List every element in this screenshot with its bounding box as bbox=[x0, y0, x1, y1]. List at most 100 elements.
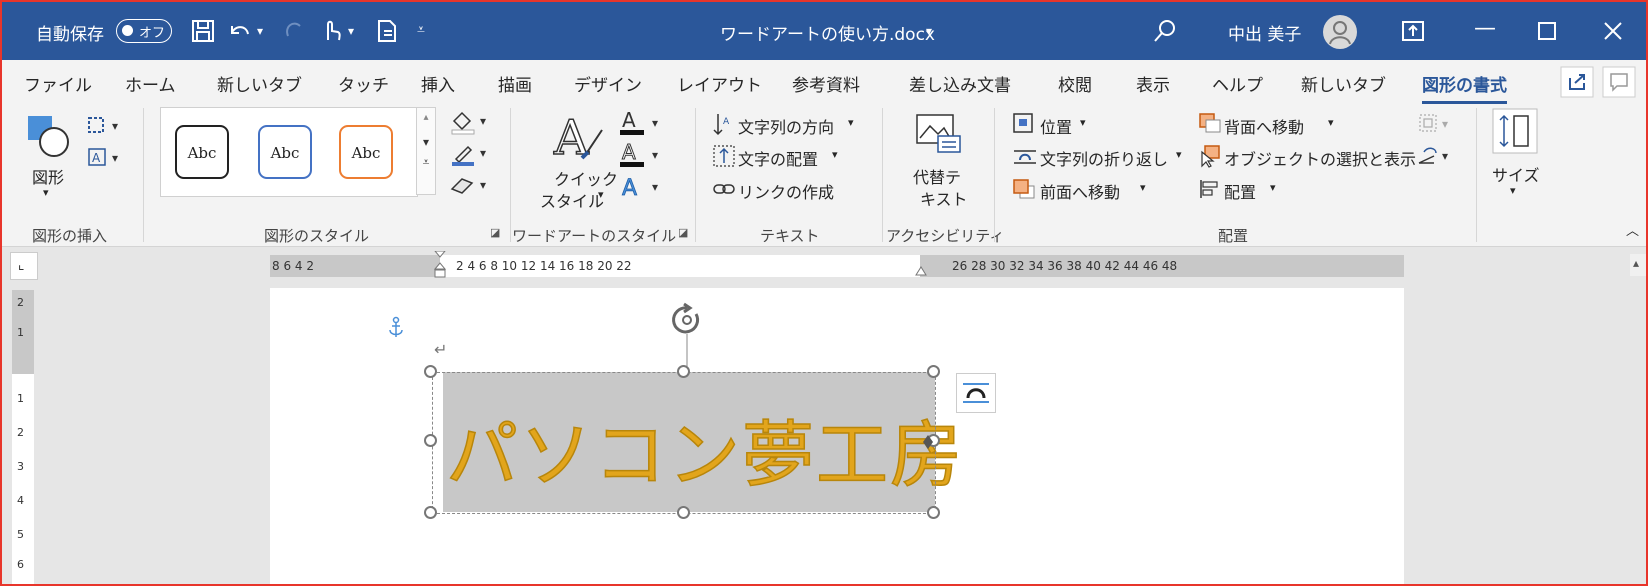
gallery-up-icon[interactable]: ▴ bbox=[417, 112, 435, 123]
touch-dropdown-icon[interactable]: ▾ bbox=[348, 24, 354, 38]
shape-style-blue[interactable]: Abc bbox=[258, 125, 312, 179]
collapse-ribbon-icon[interactable]: ︿ bbox=[1626, 220, 1639, 239]
undo-dropdown-icon[interactable]: ▾ bbox=[257, 24, 263, 38]
quick-styles-dropdown-icon[interactable]: ▾ bbox=[598, 188, 604, 201]
tab-view[interactable]: 表示 bbox=[1136, 71, 1170, 96]
resize-handle-bl[interactable] bbox=[424, 506, 437, 519]
tab-references[interactable]: 参考資料 bbox=[792, 71, 860, 96]
edit-shape-icon[interactable]: ▾ bbox=[86, 114, 126, 138]
undo-icon[interactable] bbox=[226, 18, 252, 44]
tab-home[interactable]: ホーム bbox=[125, 71, 176, 96]
quick-styles-label-1[interactable]: クイック bbox=[554, 166, 618, 190]
send-backward-button[interactable]: 背面へ移動 bbox=[1224, 114, 1304, 138]
scroll-up-button[interactable]: ▴ bbox=[1630, 254, 1646, 276]
position-button[interactable]: 位置 bbox=[1040, 114, 1072, 138]
size-label[interactable]: サイズ bbox=[1492, 162, 1540, 186]
gallery-down-icon[interactable]: ▾ bbox=[417, 135, 435, 149]
save-icon[interactable] bbox=[190, 18, 216, 44]
alt-text-label-1[interactable]: 代替テ bbox=[913, 164, 961, 188]
layout-options-button[interactable] bbox=[956, 373, 996, 413]
text-direction-dropdown-icon[interactable]: ▾ bbox=[848, 116, 854, 129]
minimize-icon[interactable]: — bbox=[1474, 16, 1496, 41]
quick-styles-icon[interactable]: A bbox=[552, 110, 604, 162]
align-text-button[interactable]: 文字の配置 bbox=[738, 146, 818, 170]
indent-marker-icon[interactable] bbox=[433, 251, 447, 281]
resize-handle-top[interactable] bbox=[677, 365, 690, 378]
tab-help[interactable]: ヘルプ bbox=[1212, 71, 1263, 96]
resize-handle-tr[interactable] bbox=[927, 365, 940, 378]
tab-design[interactable]: デザイン bbox=[574, 71, 642, 96]
customize-qat-icon[interactable]: ⩡ bbox=[417, 22, 425, 38]
alt-text-icon[interactable] bbox=[914, 112, 962, 156]
resize-handle-left[interactable] bbox=[424, 434, 437, 447]
vruler-mark: 6 bbox=[17, 558, 24, 571]
vertical-ruler[interactable]: 2 1 1 2 3 4 5 6 bbox=[12, 290, 34, 584]
size-dropdown-icon[interactable]: ▾ bbox=[1510, 184, 1516, 197]
tab-layout[interactable]: レイアウト bbox=[677, 71, 762, 96]
selection-pane-button[interactable]: オブジェクトの選択と表示 bbox=[1224, 146, 1416, 170]
separator bbox=[510, 108, 511, 242]
shape-effects-icon[interactable]: ▾ bbox=[448, 173, 492, 199]
search-icon[interactable] bbox=[1152, 18, 1178, 44]
close-icon[interactable] bbox=[1600, 18, 1626, 44]
autosave-toggle[interactable]: オフ bbox=[116, 19, 172, 43]
resize-handle-bottom[interactable] bbox=[677, 506, 690, 519]
text-fill-icon[interactable]: A ▾ bbox=[618, 109, 664, 137]
shapes-label[interactable]: 図形 bbox=[32, 164, 64, 188]
touch-mode-icon[interactable] bbox=[318, 18, 344, 44]
tab-touch[interactable]: タッチ bbox=[338, 71, 389, 96]
wrap-text-dropdown-icon[interactable]: ▾ bbox=[1176, 148, 1182, 161]
wordart-launcher-icon[interactable]: ◪ bbox=[678, 226, 688, 239]
ruler-corner[interactable]: ⌞ bbox=[10, 252, 38, 280]
send-backward-dropdown-icon[interactable]: ▾ bbox=[1328, 116, 1334, 129]
text-direction-button[interactable]: 文字列の方向 bbox=[738, 114, 834, 138]
shapes-dropdown-icon[interactable]: ▾ bbox=[43, 186, 49, 199]
anchor-icon[interactable] bbox=[386, 316, 406, 340]
shape-styles-launcher-icon[interactable]: ◪ bbox=[490, 226, 500, 239]
new-document-icon[interactable] bbox=[374, 18, 400, 44]
size-icon[interactable] bbox=[1492, 108, 1538, 154]
position-dropdown-icon[interactable]: ▾ bbox=[1080, 116, 1086, 129]
gallery-more-icon[interactable]: ⩡ bbox=[417, 155, 435, 170]
align-button[interactable]: 配置 bbox=[1224, 179, 1256, 203]
alt-text-label-2[interactable]: キスト bbox=[920, 186, 968, 210]
share-icon[interactable] bbox=[1560, 66, 1594, 98]
shape-style-orange[interactable]: Abc bbox=[339, 125, 393, 179]
title-dropdown-icon[interactable]: ▾ bbox=[926, 24, 932, 38]
horizontal-ruler[interactable]: 8 6 4 2 2 4 6 8 10 12 14 16 18 20 22 26 … bbox=[270, 251, 1404, 278]
create-link-button[interactable]: リンクの作成 bbox=[738, 179, 834, 203]
tab-review[interactable]: 校閲 bbox=[1058, 71, 1092, 96]
text-effects-icon[interactable]: A ▾ bbox=[618, 173, 664, 201]
tab-mailings[interactable]: 差し込み文書 bbox=[909, 71, 1011, 96]
align-text-dropdown-icon[interactable]: ▾ bbox=[832, 148, 838, 161]
user-icon bbox=[1329, 21, 1351, 45]
resize-handle-tl[interactable] bbox=[424, 365, 437, 378]
resize-handle-br[interactable] bbox=[927, 506, 940, 519]
shape-style-black[interactable]: Abc bbox=[175, 125, 229, 179]
tab-shape-format[interactable]: 図形の書式 bbox=[1422, 71, 1507, 104]
tab-new-1[interactable]: 新しいタブ bbox=[217, 71, 302, 96]
tab-insert[interactable]: 挿入 bbox=[421, 71, 455, 96]
comments-icon[interactable] bbox=[1602, 66, 1636, 98]
avatar[interactable] bbox=[1323, 15, 1357, 49]
rotate-icon[interactable]: ▾ bbox=[1416, 144, 1456, 168]
wrap-text-button[interactable]: 文字列の折り返し bbox=[1040, 146, 1168, 170]
right-indent-marker-icon[interactable] bbox=[914, 263, 928, 277]
tab-new-2[interactable]: 新しいタブ bbox=[1301, 71, 1386, 96]
tab-file[interactable]: ファイル bbox=[24, 71, 92, 96]
shapes-icon[interactable] bbox=[26, 114, 70, 158]
adjust-handle-icon[interactable] bbox=[922, 434, 934, 450]
ribbon-display-icon[interactable] bbox=[1400, 18, 1426, 44]
quick-styles-label-2[interactable]: スタイル bbox=[540, 188, 604, 212]
gallery-scroll[interactable]: ▴ ▾ ⩡ bbox=[416, 107, 436, 195]
rotation-handle-icon[interactable] bbox=[666, 302, 708, 372]
tab-draw[interactable]: 描画 bbox=[498, 71, 532, 96]
shape-outline-icon[interactable]: ▾ bbox=[448, 141, 492, 167]
text-box-icon[interactable]: A ▾ bbox=[86, 146, 126, 170]
text-outline-icon[interactable]: A ▾ bbox=[618, 141, 664, 169]
shape-fill-icon[interactable]: ▾ bbox=[448, 109, 492, 135]
align-dropdown-icon[interactable]: ▾ bbox=[1270, 181, 1276, 194]
maximize-icon[interactable] bbox=[1534, 18, 1560, 44]
bring-forward-button[interactable]: 前面へ移動 bbox=[1040, 179, 1120, 203]
bring-forward-dropdown-icon[interactable]: ▾ bbox=[1140, 181, 1146, 194]
